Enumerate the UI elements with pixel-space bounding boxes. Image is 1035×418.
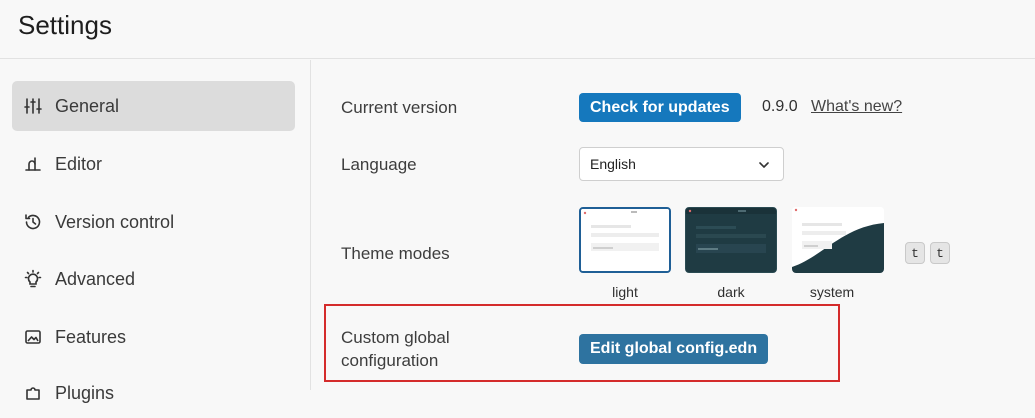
sidebar-item-label: Version control [55,211,175,232]
whats-new-link[interactable]: What's new? [811,98,902,116]
current-version-label: Current version [341,98,458,117]
check-for-updates-button[interactable]: Check for updates [579,93,741,122]
sidebar-item-label: General [55,95,120,116]
theme-light-preview [581,209,669,271]
language-label: Language [341,155,417,174]
puzzle-icon [22,382,44,404]
features-icon [22,326,44,348]
sidebar-item-label: Plugins [55,382,115,403]
theme-dark-label: dark [717,284,745,300]
sidebar-item-plugins[interactable]: Plugins [12,368,295,418]
shortcut-key: t [905,242,925,264]
theme-dark-preview [686,208,776,272]
highlight-annotation-box [324,304,840,382]
lightbulb-icon [22,268,44,290]
sidebar-item-label: Editor [55,153,103,174]
theme-modes-label: Theme modes [341,244,450,263]
title-bar: Settings [0,0,1035,59]
version-number: 0.9.0 [762,98,798,115]
general-settings-panel: Current version Check for updates 0.9.0 … [312,60,1035,390]
sidebar-item-label: Features [55,326,127,347]
theme-dark-option[interactable] [685,207,777,273]
sidebar-item-editor[interactable]: Editor [12,139,295,189]
language-select[interactable]: English [579,147,784,181]
sliders-icon [22,95,44,117]
theme-light-label: light [612,284,638,300]
sidebar-item-general[interactable]: General [12,81,295,131]
page-title: Settings [18,10,112,40]
chevron-down-icon [759,162,769,168]
sidebar-item-features[interactable]: Features [12,312,295,362]
sidebar: General Editor Version control Advanced [0,60,311,403]
theme-light-option[interactable] [579,207,671,273]
sidebar-item-advanced[interactable]: Advanced [12,254,295,304]
sidebar-item-version-control[interactable]: Version control [12,197,295,247]
theme-system-option[interactable] [792,207,884,273]
theme-system-label: system [809,284,855,300]
sidebar-item-label: Advanced [55,268,136,289]
history-icon [22,211,44,233]
editor-icon [22,153,44,175]
language-select-value: English [590,156,636,172]
theme-system-preview [792,207,884,273]
shortcut-key: t [930,242,950,264]
